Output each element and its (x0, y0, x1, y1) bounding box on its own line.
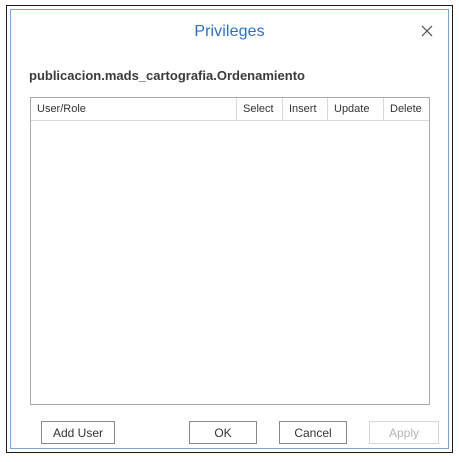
object-name: publicacion.mads_cartografia.Ordenamient… (29, 68, 305, 83)
cancel-button[interactable]: Cancel (279, 421, 347, 444)
privileges-dialog: Privileges publicacion.mads_cartografia.… (10, 9, 449, 449)
column-header-user-role[interactable]: User/Role (31, 98, 237, 120)
dialog-title: Privileges (194, 23, 265, 40)
apply-button[interactable]: Apply (369, 421, 439, 444)
ok-button[interactable]: OK (189, 421, 257, 444)
table-body[interactable] (31, 121, 429, 404)
column-header-select[interactable]: Select (237, 98, 283, 120)
close-icon (421, 25, 433, 37)
column-header-insert[interactable]: Insert (283, 98, 328, 120)
close-button[interactable] (416, 20, 438, 42)
table-header: User/Role Select Insert Update Delete (31, 98, 429, 121)
screenshot-frame: Privileges publicacion.mads_cartografia.… (6, 5, 453, 453)
column-header-update[interactable]: Update (328, 98, 384, 120)
add-user-button[interactable]: Add User (41, 421, 115, 444)
privileges-table[interactable]: User/Role Select Insert Update Delete (30, 97, 430, 405)
column-header-delete[interactable]: Delete (384, 98, 429, 120)
